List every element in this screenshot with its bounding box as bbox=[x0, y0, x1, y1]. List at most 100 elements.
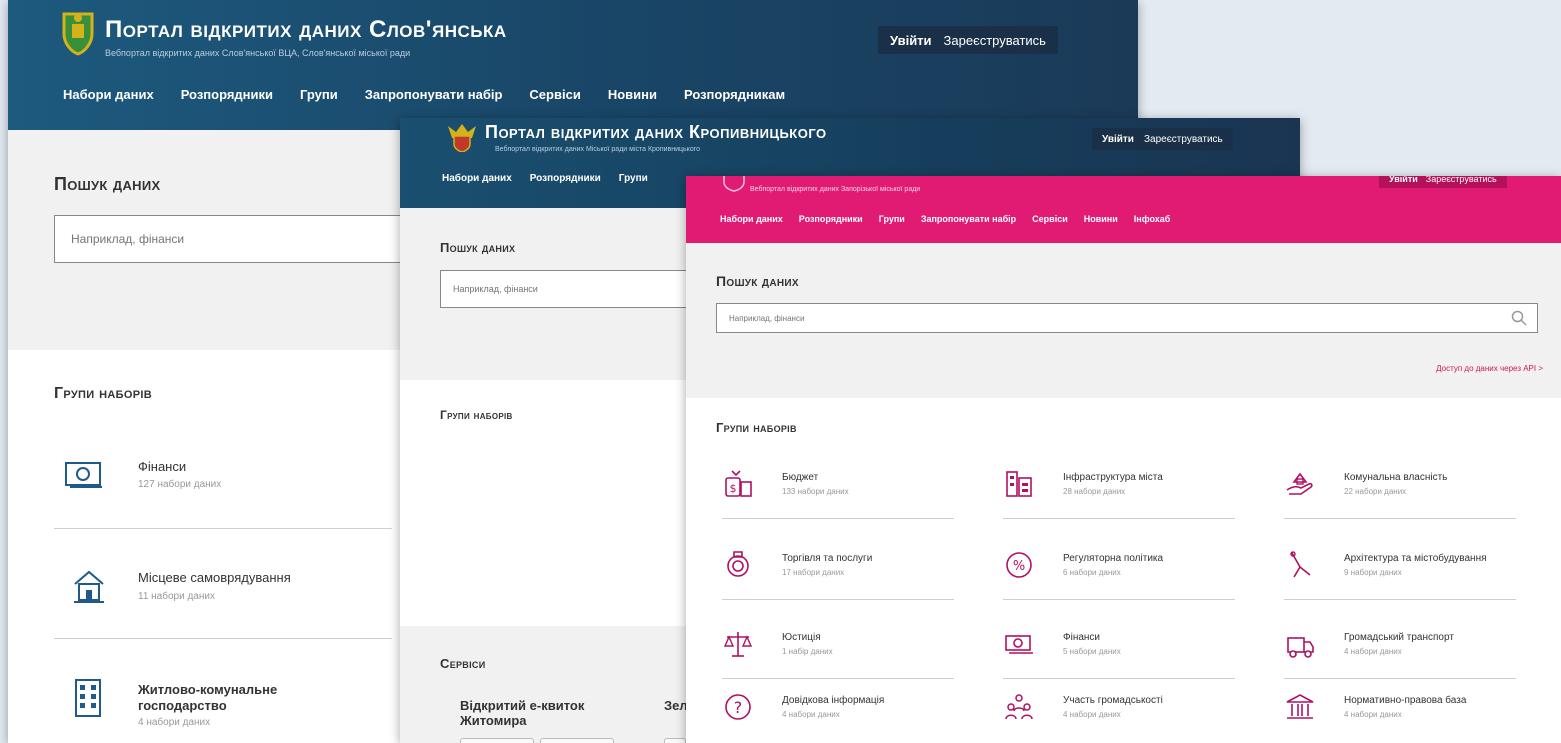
nav-datasets[interactable]: Набори даних bbox=[442, 173, 512, 184]
slovyansk-main-nav: Набори даних Розпорядники Групи Запропон… bbox=[63, 87, 785, 102]
group-name: Довідкова інформація bbox=[782, 695, 885, 706]
divider bbox=[54, 638, 392, 639]
nav-managers[interactable]: Розпорядники bbox=[530, 173, 601, 184]
divider bbox=[54, 528, 392, 529]
divider bbox=[1284, 599, 1516, 600]
group-name: Громадський транспорт bbox=[1344, 632, 1454, 643]
zaporizhzhia-group-item[interactable]: Фінанси 5 набори даних bbox=[1003, 628, 1243, 668]
group-count: 5 набори даних bbox=[1063, 647, 1121, 656]
service-tag bbox=[664, 738, 686, 743]
transport-icon bbox=[1284, 628, 1316, 660]
zaporizhzhia-group-item[interactable]: Нормативно-правова база 4 набори даних bbox=[1284, 691, 1524, 731]
slovyansk-auth-bar: Увійти Зареєструватись bbox=[878, 26, 1058, 54]
zaporizhzhia-group-item[interactable]: Комунальна власність 22 набори даних bbox=[1284, 468, 1524, 508]
service-card-title[interactable]: Відкритий е-квиток Житомира bbox=[460, 698, 630, 728]
zaporizhzhia-search-input[interactable] bbox=[717, 304, 1537, 332]
slovyansk-portal-subtitle: Вебпортал відкритих даних Слов'янської В… bbox=[105, 48, 411, 58]
zaporizhzhia-search-box bbox=[716, 303, 1538, 333]
group-count: 4 набори даних bbox=[782, 710, 840, 719]
nav-suggest-dataset[interactable]: Запропонувати набір bbox=[365, 87, 503, 102]
zaporizhzhia-group-item[interactable]: ? Довідкова інформація 4 набори даних bbox=[722, 691, 962, 731]
apartment-icon bbox=[72, 678, 104, 718]
divider bbox=[1003, 518, 1235, 519]
zaporizhzhia-register-link[interactable]: Зареєструватись bbox=[1426, 176, 1497, 184]
nav-services[interactable]: Сервіси bbox=[1032, 214, 1068, 224]
svg-text:$: $ bbox=[730, 482, 737, 495]
zaporizhzhia-group-item[interactable]: $ Бюджет 133 набори даних bbox=[722, 468, 962, 508]
api-access-link[interactable]: Доступ до даних через API > bbox=[1436, 364, 1543, 373]
slovyansk-register-link[interactable]: Зареєструватись bbox=[944, 33, 1046, 48]
group-name: Архітектура та містобудування bbox=[1344, 553, 1487, 564]
nav-datasets[interactable]: Набори даних bbox=[720, 214, 783, 224]
divider bbox=[1284, 518, 1516, 519]
nav-groups[interactable]: Групи bbox=[300, 87, 338, 102]
slovyansk-search-input[interactable] bbox=[55, 216, 413, 262]
nav-news[interactable]: Новини bbox=[608, 87, 657, 102]
zaporizhzhia-group-item[interactable]: Торгівля та послуги 17 набори даних bbox=[722, 549, 962, 589]
budget-icon: $ bbox=[722, 468, 754, 500]
nav-news[interactable]: Новини bbox=[1084, 214, 1118, 224]
kropyvnytskyi-main-nav: Набори даних Розпорядники Групи bbox=[442, 173, 648, 184]
zaporizhzhia-header: Вебпортал відкритих даних Запорізької мі… bbox=[686, 176, 1561, 243]
slovyansk-coat-of-arms-icon[interactable] bbox=[58, 10, 98, 61]
divider bbox=[722, 518, 954, 519]
divider bbox=[722, 678, 954, 679]
nav-datasets[interactable]: Набори даних bbox=[63, 87, 154, 102]
nav-groups[interactable]: Групи bbox=[879, 214, 905, 224]
zaporizhzhia-coat-of-arms-icon[interactable] bbox=[722, 176, 746, 197]
group-name: Торгівля та послуги bbox=[782, 553, 873, 564]
zaporizhzhia-auth-bar: Увійти Зареєструватись bbox=[1379, 176, 1507, 188]
kropyvnytskyi-services-title: Сервіси bbox=[440, 656, 486, 671]
law-building-icon bbox=[1284, 691, 1316, 723]
kropyvnytskyi-portal-title: Портал відкритих даних Кропивницького bbox=[485, 122, 827, 142]
group-count: 28 набори даних bbox=[1063, 487, 1126, 496]
group-name: Комунальна власність bbox=[1344, 472, 1448, 483]
zaporizhzhia-group-item[interactable]: Архітектура та містобудування 9 набори да… bbox=[1284, 549, 1524, 589]
nav-services[interactable]: Сервіси bbox=[529, 87, 580, 102]
nav-for-managers[interactable]: Розпорядникам bbox=[684, 87, 785, 102]
group-name: Бюджет bbox=[782, 472, 819, 483]
divider bbox=[722, 599, 954, 600]
kropyvnytskyi-register-link[interactable]: Зареєструватись bbox=[1144, 134, 1223, 145]
kropyvnytskyi-portal-subtitle: Вебпортал відкритих даних Міської ради м… bbox=[495, 146, 701, 153]
architecture-icon bbox=[1284, 549, 1316, 581]
building-icon bbox=[72, 568, 106, 604]
nav-groups[interactable]: Групи bbox=[619, 173, 648, 184]
zaporizhzhia-group-item[interactable]: Участь громадськості 4 набори даних bbox=[1003, 691, 1243, 731]
group-count: 17 набори даних bbox=[782, 568, 845, 577]
service-card-title[interactable]: Зел bbox=[664, 698, 688, 713]
group-name: Інфраструктура міста bbox=[1063, 472, 1163, 483]
nav-infohub[interactable]: Інфохаб bbox=[1134, 214, 1171, 224]
group-count: 9 набори даних bbox=[1344, 568, 1402, 577]
divider bbox=[1284, 678, 1516, 679]
kropyvnytskyi-search-title: Пошук даних bbox=[440, 240, 516, 255]
money-icon bbox=[1003, 628, 1035, 660]
group-count: 6 набори даних bbox=[1063, 568, 1121, 577]
zaporizhzhia-group-item[interactable]: Інфраструктура міста 28 набори даних bbox=[1003, 468, 1243, 508]
slovyansk-search-title: Пошук даних bbox=[54, 174, 161, 194]
kropyvnytskyi-auth-bar: Увійти Зареєструватись bbox=[1092, 128, 1233, 150]
city-infrastructure-icon bbox=[1003, 468, 1035, 500]
group-name: Участь громадськості bbox=[1063, 695, 1163, 706]
nav-managers[interactable]: Розпорядники bbox=[799, 214, 863, 224]
nav-managers[interactable]: Розпорядники bbox=[181, 87, 273, 102]
zaporizhzhia-login-link[interactable]: Увійти bbox=[1389, 176, 1418, 184]
service-tag bbox=[540, 738, 614, 743]
slovyansk-groups-title: Групи наборів bbox=[54, 385, 152, 402]
zaporizhzhia-group-item[interactable]: % Регуляторна політика 6 набори даних bbox=[1003, 549, 1243, 589]
group-count: 4 набори даних bbox=[1063, 710, 1121, 719]
kropyvnytskyi-coat-of-arms-icon[interactable] bbox=[444, 122, 480, 157]
nav-suggest-dataset[interactable]: Запропонувати набір bbox=[921, 214, 1016, 224]
kropyvnytskyi-login-link[interactable]: Увійти bbox=[1102, 134, 1134, 145]
group-count: 11 набори даних bbox=[138, 591, 215, 602]
zaporizhzhia-group-item[interactable]: Юстиція 1 набір даних bbox=[722, 628, 962, 668]
zaporizhzhia-main-nav: Набори даних Розпорядники Групи Запропон… bbox=[720, 214, 1170, 224]
percent-icon: % bbox=[1003, 549, 1035, 581]
zaporizhzhia-groups-title: Групи наборів bbox=[716, 420, 797, 435]
slovyansk-login-link[interactable]: Увійти bbox=[890, 33, 932, 48]
people-icon bbox=[1003, 691, 1035, 723]
zaporizhzhia-group-item[interactable]: Громадський транспорт 4 набори даних bbox=[1284, 628, 1524, 668]
search-icon[interactable] bbox=[1511, 310, 1527, 331]
group-name: Місцеве самоврядування bbox=[138, 570, 291, 585]
group-name: Регуляторна політика bbox=[1063, 553, 1164, 564]
